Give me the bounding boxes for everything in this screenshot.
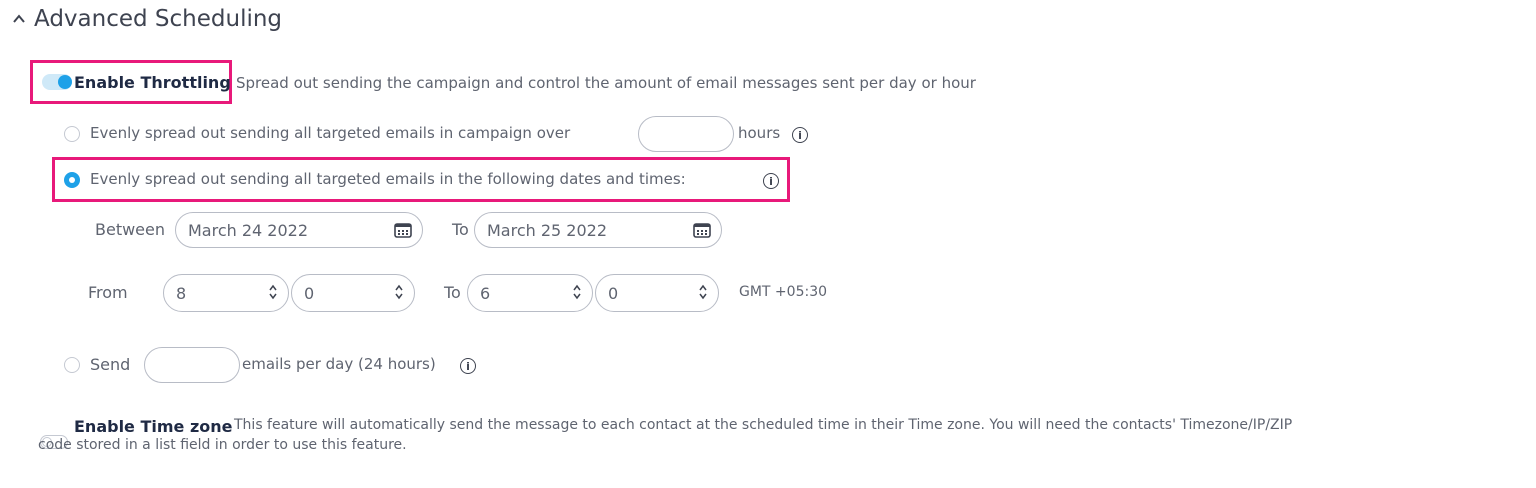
from-label: From: [88, 283, 128, 302]
to-time-label: To: [444, 283, 461, 302]
send-label: Send: [90, 355, 131, 374]
spinner-icon[interactable]: [698, 283, 708, 301]
timezone-label: GMT +05:30: [739, 284, 828, 300]
timezone-feature-description-2: code stored in a list field in order to …: [38, 437, 407, 453]
option-hours-label: Evenly spread out sending all targeted e…: [90, 124, 571, 142]
end-date-input[interactable]: March 25 2022: [474, 212, 722, 248]
from-hour-input[interactable]: 8: [163, 274, 289, 312]
calendar-icon[interactable]: [693, 222, 711, 238]
spinner-icon[interactable]: [394, 283, 404, 301]
calendar-icon[interactable]: [394, 222, 412, 238]
emails-per-day-input[interactable]: [144, 347, 240, 383]
throttling-label: Enable Throttling: [74, 73, 231, 92]
to-hour-input[interactable]: 6: [467, 274, 593, 312]
spinner-icon[interactable]: [268, 283, 278, 301]
throttling-description: Spread out sending the campaign and cont…: [236, 74, 976, 92]
to-minute-input[interactable]: 0: [595, 274, 719, 312]
between-label: Between: [95, 220, 166, 239]
info-icon[interactable]: i: [792, 127, 808, 143]
info-icon[interactable]: i: [460, 358, 476, 374]
option-dates-label: Evenly spread out sending all targeted e…: [90, 170, 686, 188]
timezone-feature-description: This feature will automatically send the…: [234, 417, 1293, 433]
info-icon[interactable]: i: [763, 173, 779, 189]
emails-per-day-suffix: emails per day (24 hours): [242, 355, 436, 373]
throttling-toggle[interactable]: [42, 74, 72, 90]
start-date-input[interactable]: March 24 2022: [175, 212, 423, 248]
from-minute-input[interactable]: 0: [291, 274, 415, 312]
radio-spread-hours[interactable]: [64, 126, 80, 142]
radio-spread-dates[interactable]: [64, 172, 80, 188]
hours-suffix: hours: [738, 124, 781, 142]
to-date-label: To: [452, 220, 469, 239]
section-header[interactable]: Advanced Scheduling: [12, 6, 282, 32]
spinner-icon[interactable]: [572, 283, 582, 301]
timezone-feature-label: Enable Time zone: [74, 417, 233, 436]
hours-input[interactable]: [638, 116, 734, 152]
chevron-up-icon: [13, 14, 25, 23]
radio-send-per-day[interactable]: [64, 357, 80, 373]
section-title: Advanced Scheduling: [34, 6, 283, 32]
